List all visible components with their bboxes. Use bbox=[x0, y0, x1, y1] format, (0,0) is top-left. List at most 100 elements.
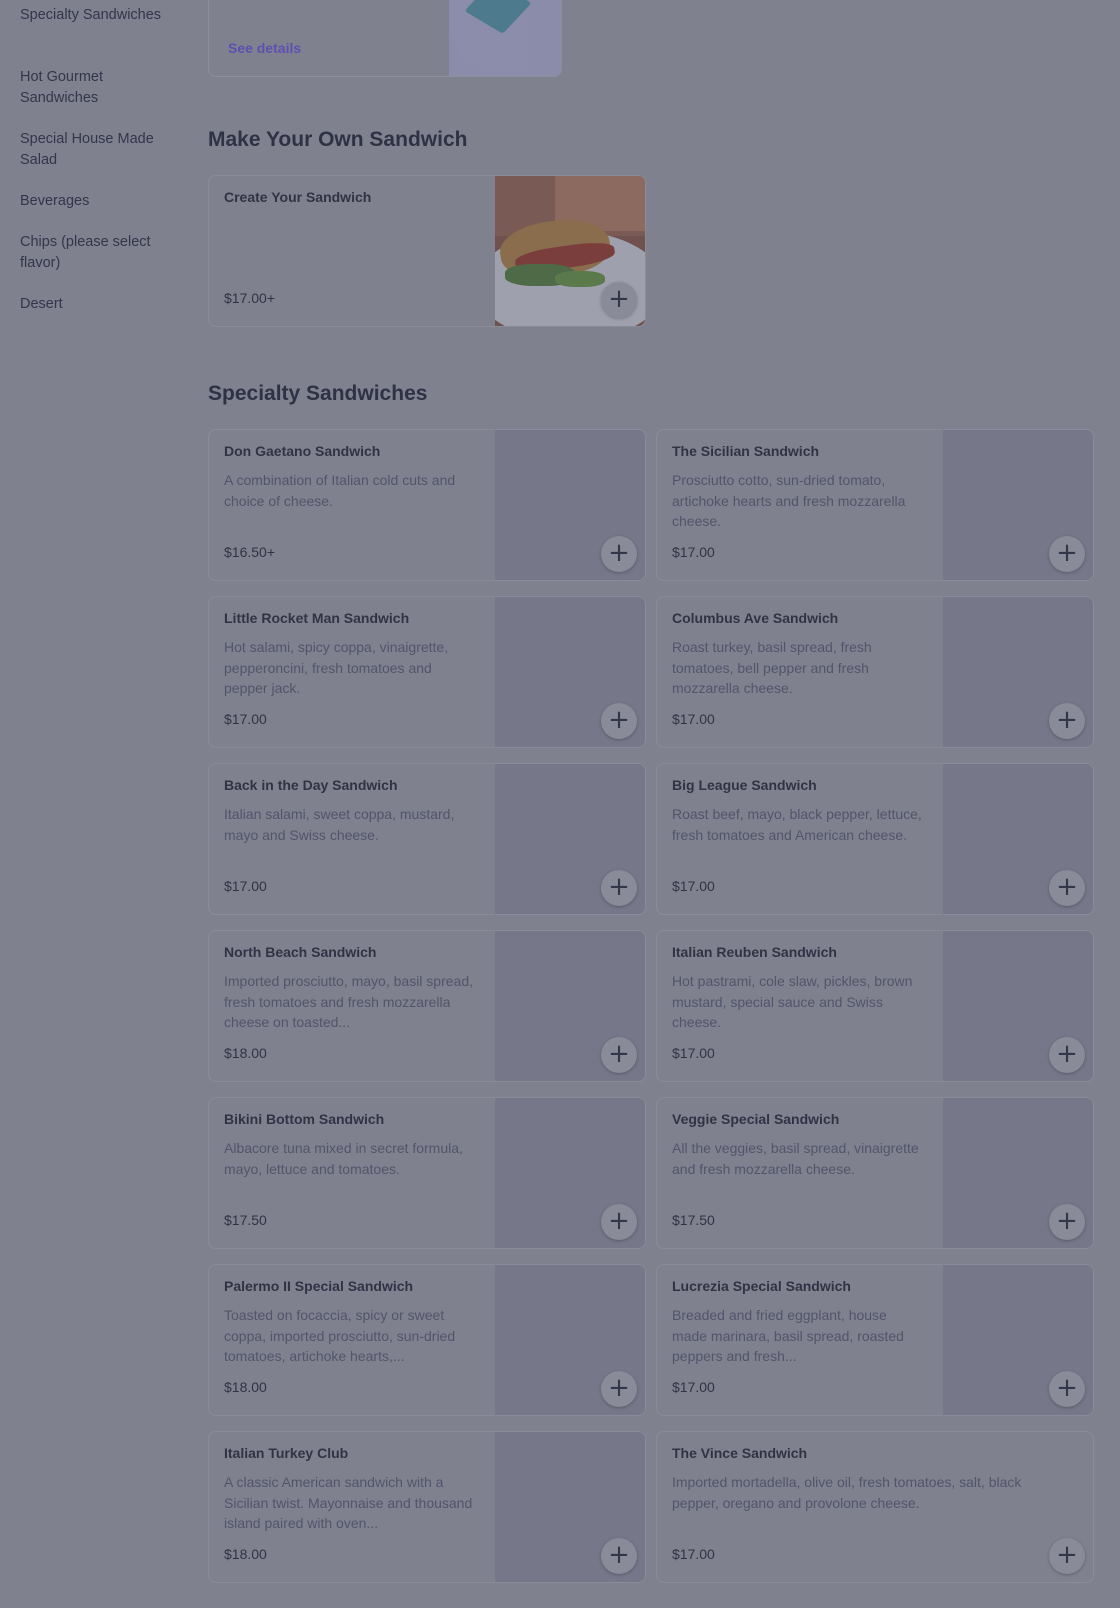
section-title-specialty: Specialty Sandwiches bbox=[208, 382, 428, 405]
menu-item-name: Back in the Day Sandwich bbox=[224, 777, 398, 793]
menu-item-name: The Vince Sandwich bbox=[672, 1445, 808, 1461]
menu-item-name: Little Rocket Man Sandwich bbox=[224, 610, 410, 626]
menu-item-price: $17.50 bbox=[224, 1212, 267, 1228]
promo-card[interactable]: See details bbox=[208, 0, 562, 77]
menu-item-price: $18.00 bbox=[224, 1379, 267, 1395]
menu-item-card[interactable]: Back in the Day Sandwich Italian salami, … bbox=[208, 763, 646, 915]
menu-item-info: North Beach Sandwich Imported prosciutto,… bbox=[224, 931, 474, 1081]
menu-item-price: $17.00 bbox=[672, 711, 715, 727]
promo-illustration bbox=[449, 0, 561, 76]
add-item-button[interactable]: + bbox=[601, 1037, 637, 1073]
menu-item-card[interactable]: Bikini Bottom Sandwich Albacore tuna mixe… bbox=[208, 1097, 646, 1249]
menu-item-card[interactable]: Columbus Ave Sandwich Roast turkey, basil… bbox=[656, 596, 1094, 748]
sidebar-item-specialty-sandwiches[interactable]: Specialty Sandwiches bbox=[20, 5, 185, 26]
menu-item-info: Create Your Sandwich $17.00+ bbox=[224, 176, 474, 326]
menu-item-card[interactable]: The Vince Sandwich Imported mortadella, o… bbox=[656, 1431, 1094, 1583]
menu-item-price: $17.50 bbox=[672, 1212, 715, 1228]
add-item-button[interactable]: + bbox=[1049, 870, 1085, 906]
menu-item-card[interactable]: Italian Reuben Sandwich Hot pastrami, col… bbox=[656, 930, 1094, 1082]
menu-item-card[interactable]: The Sicilian Sandwich Prosciutto cotto, s… bbox=[656, 429, 1094, 581]
menu-item-info: Lucrezia Special Sandwich Breaded and fri… bbox=[672, 1265, 922, 1415]
menu-item-price: $17.00 bbox=[672, 1379, 715, 1395]
menu-item-price: $18.00 bbox=[224, 1045, 267, 1061]
menu-item-price: $17.00 bbox=[224, 711, 267, 727]
sidebar-item-special-house-made-salad[interactable]: Special House Made Salad bbox=[20, 129, 185, 171]
menu-item-price: $17.00 bbox=[672, 1045, 715, 1061]
menu-item-info: Little Rocket Man Sandwich Hot salami, sp… bbox=[224, 597, 474, 747]
menu-item-name: Big League Sandwich bbox=[672, 777, 817, 793]
section-title-make-your-own: Make Your Own Sandwich bbox=[208, 128, 468, 151]
menu-item-description: Roast turkey, basil spread, fresh tomato… bbox=[672, 639, 872, 696]
menu-item-info: Big League Sandwich Roast beef, mayo, bla… bbox=[672, 764, 922, 914]
menu-item-info: Bikini Bottom Sandwich Albacore tuna mixe… bbox=[224, 1098, 474, 1248]
add-item-button[interactable]: + bbox=[601, 536, 637, 572]
add-item-button[interactable]: + bbox=[601, 1204, 637, 1240]
menu-item-description: A combination of Italian cold cuts and c… bbox=[224, 472, 456, 509]
menu-item-description: All the veggies, basil spread, vinaigret… bbox=[672, 1140, 919, 1177]
menu-item-name: The Sicilian Sandwich bbox=[672, 443, 820, 459]
add-item-button[interactable]: + bbox=[601, 282, 637, 318]
menu-item-name: Italian Reuben Sandwich bbox=[672, 944, 837, 960]
menu-item-price: $18.00 bbox=[224, 1546, 267, 1562]
add-item-button[interactable]: + bbox=[1049, 1204, 1085, 1240]
add-item-button[interactable]: + bbox=[1049, 703, 1085, 739]
add-item-button[interactable]: + bbox=[601, 703, 637, 739]
sidebar-item-desert[interactable]: Desert bbox=[20, 294, 185, 315]
menu-item-description: Imported prosciutto, mayo, basil spread,… bbox=[224, 973, 474, 1030]
add-item-button[interactable]: + bbox=[1049, 536, 1085, 572]
menu-item-description: Hot salami, spicy coppa, vinaigrette, pe… bbox=[224, 639, 449, 696]
menu-item-card[interactable]: Lucrezia Special Sandwich Breaded and fri… bbox=[656, 1264, 1094, 1416]
menu-item-price: $17.00 bbox=[224, 878, 267, 894]
add-item-button[interactable]: + bbox=[1049, 1037, 1085, 1073]
menu-item-info: Don Gaetano Sandwich A combination of Ita… bbox=[224, 430, 474, 580]
menu-item-info: Back in the Day Sandwich Italian salami, … bbox=[224, 764, 474, 914]
menu-item-description: Breaded and fried eggplant, house made m… bbox=[672, 1307, 904, 1364]
add-item-button[interactable]: + bbox=[1049, 1538, 1085, 1574]
menu-item-card[interactable]: Don Gaetano Sandwich A combination of Ita… bbox=[208, 429, 646, 581]
add-item-button[interactable]: + bbox=[601, 870, 637, 906]
add-item-button[interactable]: + bbox=[601, 1538, 637, 1574]
menu-item-name: Don Gaetano Sandwich bbox=[224, 443, 381, 459]
menu-item-card[interactable]: Italian Turkey Club A classic American sa… bbox=[208, 1431, 646, 1583]
menu-item-info: Columbus Ave Sandwich Roast turkey, basil… bbox=[672, 597, 922, 747]
menu-item-price: $17.00 bbox=[672, 1546, 715, 1562]
menu-item-info: Palermo II Special Sandwich Toasted on fo… bbox=[224, 1265, 474, 1415]
menu-item-info: The Sicilian Sandwich Prosciutto cotto, s… bbox=[672, 430, 922, 580]
menu-item-price: $17.00 bbox=[672, 544, 715, 560]
menu-item-description: Prosciutto cotto, sun-dried tomato, arti… bbox=[672, 472, 906, 529]
menu-item-name: Lucrezia Special Sandwich bbox=[672, 1278, 851, 1294]
menu-item-name: Bikini Bottom Sandwich bbox=[224, 1111, 385, 1127]
add-item-button[interactable]: + bbox=[601, 1371, 637, 1407]
menu-item-card[interactable]: Little Rocket Man Sandwich Hot salami, sp… bbox=[208, 596, 646, 748]
menu-item-name: Italian Turkey Club bbox=[224, 1445, 349, 1461]
menu-item-description: Toasted on focaccia, spicy or sweet copp… bbox=[224, 1307, 456, 1364]
menu-item-info: Italian Reuben Sandwich Hot pastrami, col… bbox=[672, 931, 922, 1081]
menu-item-description: Roast beef, mayo, black pepper, lettuce,… bbox=[672, 806, 922, 843]
menu-item-card[interactable]: Create Your Sandwich $17.00+ + bbox=[208, 175, 646, 327]
menu-item-name: Veggie Special Sandwich bbox=[672, 1111, 840, 1127]
menu-item-price: $16.50+ bbox=[224, 544, 275, 560]
sidebar-item-beverages[interactable]: Beverages bbox=[20, 191, 185, 212]
menu-item-name: Create Your Sandwich bbox=[224, 189, 372, 205]
menu-item-name: North Beach Sandwich bbox=[224, 944, 377, 960]
menu-item-description: Imported mortadella, olive oil, fresh to… bbox=[672, 1474, 1022, 1511]
menu-item-description: Albacore tuna mixed in secret formula, m… bbox=[224, 1140, 463, 1177]
menu-item-info: The Vince Sandwich Imported mortadella, o… bbox=[672, 1432, 1022, 1582]
menu-item-name: Palermo II Special Sandwich bbox=[224, 1278, 414, 1294]
add-item-button[interactable]: + bbox=[1049, 1371, 1085, 1407]
sidebar-item-chips[interactable]: Chips (please select flavor) bbox=[20, 232, 185, 274]
menu-item-card[interactable]: North Beach Sandwich Imported prosciutto,… bbox=[208, 930, 646, 1082]
menu-item-info: Italian Turkey Club A classic American sa… bbox=[224, 1432, 474, 1582]
menu-item-price: $17.00+ bbox=[224, 290, 275, 306]
menu-item-info: Veggie Special Sandwich All the veggies, … bbox=[672, 1098, 922, 1248]
menu-item-description: Italian salami, sweet coppa, mustard, ma… bbox=[224, 806, 455, 843]
see-details-link[interactable]: See details bbox=[228, 40, 301, 56]
menu-item-name: Columbus Ave Sandwich bbox=[672, 610, 839, 626]
menu-item-card[interactable]: Big League Sandwich Roast beef, mayo, bla… bbox=[656, 763, 1094, 915]
sidebar-item-hot-gourmet-sandwiches[interactable]: Hot Gourmet Sandwiches bbox=[20, 67, 185, 109]
menu-item-price: $17.00 bbox=[672, 878, 715, 894]
menu-item-description: Hot pastrami, cole slaw, pickles, brown … bbox=[672, 973, 913, 1030]
menu-item-card[interactable]: Palermo II Special Sandwich Toasted on fo… bbox=[208, 1264, 646, 1416]
menu-item-description: A classic American sandwich with a Sicil… bbox=[224, 1474, 473, 1531]
menu-item-card[interactable]: Veggie Special Sandwich All the veggies, … bbox=[656, 1097, 1094, 1249]
